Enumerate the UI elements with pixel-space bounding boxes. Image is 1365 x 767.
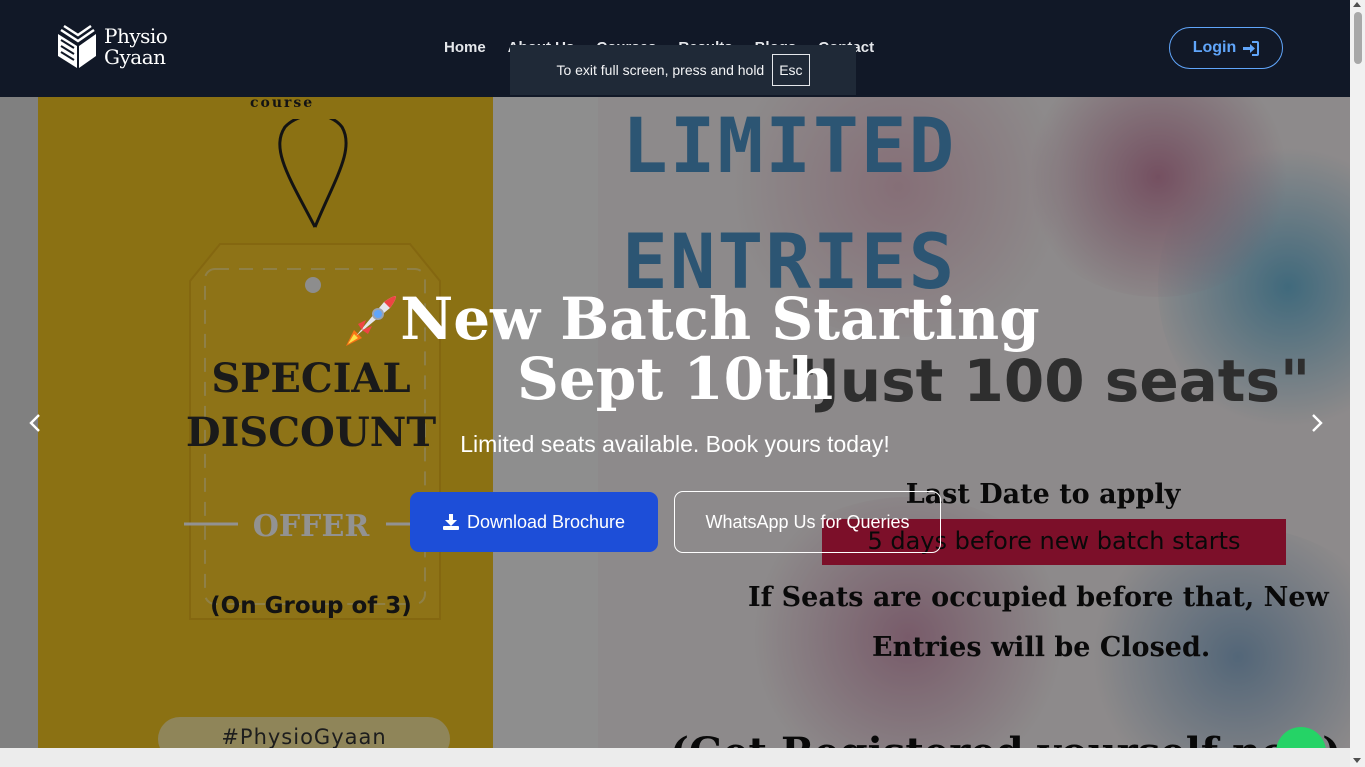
chevron-left-icon[interactable] (22, 409, 50, 437)
open-book-logo-icon (58, 24, 96, 68)
fullscreen-notice-text: To exit full screen, press and hold (556, 62, 765, 78)
chevron-right-icon[interactable] (1302, 409, 1330, 437)
whatsapp-queries-label: WhatsApp Us for Queries (705, 511, 910, 532)
brand-line-1: Physio (104, 24, 168, 48)
download-brochure-label: Download Brochure (466, 511, 626, 532)
login-label: Login (1192, 39, 1237, 56)
nav-item-home[interactable]: Home (444, 39, 486, 56)
hero-headline-line-2: Sept 10th (517, 345, 833, 413)
scrollbar-thumb[interactable] (1354, 12, 1362, 64)
download-brochure-button[interactable]: Download Brochure (410, 492, 658, 552)
scroll-up-arrow-icon[interactable] (1353, 2, 1361, 7)
vertical-scrollbar[interactable] (1350, 0, 1365, 767)
hero-headline: New Batch Starting Sept 10th (300, 289, 1050, 409)
fullscreen-exit-notice: To exit full screen, press and hold Esc (510, 45, 856, 95)
page-bottom-strip (0, 748, 1350, 767)
brand-logo[interactable]: Physio Gyaan (56, 24, 168, 70)
download-icon (442, 514, 459, 530)
login-button[interactable]: Login (1169, 27, 1283, 69)
whatsapp-float-button[interactable] (1276, 727, 1326, 748)
scroll-down-arrow-icon[interactable] (1353, 758, 1361, 763)
page: Physio Gyaan Home About Us Courses Resul… (0, 0, 1350, 767)
sign-in-icon (1243, 40, 1260, 56)
hero-carousel: course SPECIAL DISCOUNT OFFER (On Group … (0, 97, 1350, 748)
esc-key-badge: Esc (772, 54, 810, 86)
hero-subtitle: Limited seats available. Book yours toda… (460, 431, 890, 457)
hero-headline-line-1: New Batch Starting (400, 285, 1040, 353)
brand-name: Physio Gyaan (104, 24, 168, 69)
hero-content: New Batch Starting Sept 10th Limited sea… (0, 97, 1350, 748)
whatsapp-queries-button[interactable]: WhatsApp Us for Queries (674, 491, 941, 553)
brand-line-2: Gyaan (104, 45, 166, 69)
